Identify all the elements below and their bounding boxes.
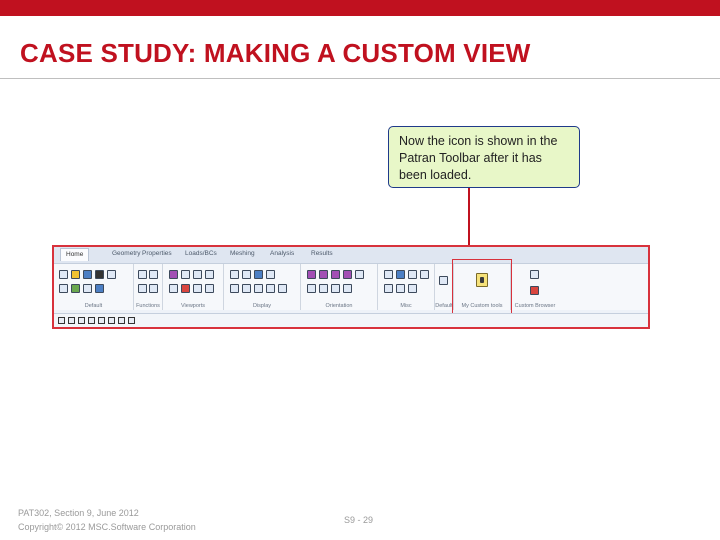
copy-icon[interactable] [107, 270, 116, 279]
group-label: Default [84, 303, 103, 309]
group-label: Default [435, 303, 453, 309]
viewport-icon[interactable] [181, 284, 190, 293]
viewport-icon[interactable] [205, 270, 214, 279]
undo-icon[interactable] [59, 284, 68, 293]
tab-geometry[interactable]: Geometry [112, 250, 141, 257]
select-icon[interactable] [58, 317, 65, 324]
print-icon[interactable] [95, 270, 104, 279]
group-functions: Functions [134, 264, 163, 310]
display-icon[interactable] [230, 284, 239, 293]
ribbon-tab-bar: Home Geometry Properties Loads/BCs Meshi… [54, 247, 648, 264]
orientation-icon[interactable] [331, 284, 340, 293]
select-icon[interactable] [68, 317, 75, 324]
tab-analysis[interactable]: Analysis [270, 250, 294, 257]
group-label: Orientation [325, 303, 353, 309]
tab-home[interactable]: Home [60, 248, 90, 261]
group-default: Default [54, 264, 134, 310]
group-label: Functions [136, 303, 160, 309]
home-icon[interactable] [439, 276, 448, 285]
group-display: Display [224, 264, 301, 310]
callout-box: Now the icon is shown in the Patran Tool… [388, 126, 580, 188]
orientation-icon[interactable] [319, 270, 328, 279]
footer-course: PAT302, Section 9, June 2012 [18, 508, 139, 518]
quick-access-toolbar [54, 313, 648, 327]
tab-results[interactable]: Results [311, 250, 333, 257]
group-viewports: Viewports [163, 264, 224, 310]
tab-meshing[interactable]: Meshing [230, 250, 255, 257]
group-orientation: Orientation [301, 264, 378, 310]
viewport-icon[interactable] [193, 270, 202, 279]
viewport-icon[interactable] [169, 270, 178, 279]
group-label: Viewports [180, 303, 206, 309]
slide-title: CASE STUDY: MAKING A CUSTOM VIEW [20, 38, 531, 68]
orientation-icon[interactable] [331, 270, 340, 279]
patran-toolbar-screenshot: Home Geometry Properties Loads/BCs Meshi… [52, 245, 650, 329]
footer-copyright: Copyright© 2012 MSC.Software Corporation [18, 522, 196, 532]
group-custom-browser: Custom Browser [511, 264, 559, 310]
header-bar [0, 0, 720, 16]
select-icon[interactable] [128, 317, 135, 324]
display-icon[interactable] [278, 284, 287, 293]
select-icon[interactable] [88, 317, 95, 324]
orientation-icon[interactable] [307, 270, 316, 279]
function-icon[interactable] [149, 270, 158, 279]
function-icon[interactable] [149, 284, 158, 293]
save-icon[interactable] [83, 270, 92, 279]
viewport-icon[interactable] [193, 284, 202, 293]
function-icon[interactable] [138, 284, 147, 293]
display-icon[interactable] [230, 270, 239, 279]
group-label: Custom Browser [514, 303, 556, 309]
display-icon[interactable] [254, 270, 263, 279]
function-icon[interactable] [138, 270, 147, 279]
display-icon[interactable] [266, 270, 275, 279]
ribbon: Default Functions Viewports Display Orie… [54, 264, 648, 310]
misc-icon[interactable] [384, 284, 393, 293]
pointer-icon[interactable] [95, 284, 104, 293]
title-area: CASE STUDY: MAKING A CUSTOM VIEW [0, 16, 720, 79]
group-label: Misc [400, 303, 412, 309]
footer-left: PAT302, Section 9, June 2012 Copyright© … [18, 506, 196, 534]
display-icon[interactable] [266, 284, 275, 293]
browser-icon[interactable] [530, 270, 539, 279]
misc-icon[interactable] [396, 284, 405, 293]
viewport-icon[interactable] [181, 270, 190, 279]
display-icon[interactable] [254, 284, 263, 293]
browser-icon[interactable] [530, 286, 539, 295]
refresh-icon[interactable] [71, 284, 80, 293]
viewport-icon[interactable] [205, 284, 214, 293]
new-file-icon[interactable] [59, 270, 68, 279]
open-folder-icon[interactable] [71, 270, 80, 279]
page-number: S9 - 29 [344, 515, 374, 525]
misc-icon[interactable] [408, 284, 417, 293]
orientation-icon[interactable] [319, 284, 328, 293]
group-misc: Misc [378, 264, 435, 310]
orientation-icon[interactable] [343, 270, 352, 279]
viewport-icon[interactable] [169, 284, 178, 293]
callout-arrow-line [468, 188, 470, 250]
new-icon-highlight [452, 259, 512, 319]
misc-icon[interactable] [384, 270, 393, 279]
select-icon[interactable] [78, 317, 85, 324]
misc-icon[interactable] [420, 270, 429, 279]
group-label: Display [252, 303, 272, 309]
select-icon[interactable] [98, 317, 105, 324]
display-icon[interactable] [242, 284, 251, 293]
misc-icon[interactable] [408, 270, 417, 279]
misc-icon[interactable] [396, 270, 405, 279]
orientation-icon[interactable] [355, 270, 364, 279]
orientation-icon[interactable] [307, 284, 316, 293]
select-icon[interactable] [118, 317, 125, 324]
orientation-icon[interactable] [343, 284, 352, 293]
tab-loads-bcs[interactable]: Loads/BCs [185, 250, 217, 257]
select-icon[interactable] [108, 317, 115, 324]
tab-properties[interactable]: Properties [142, 250, 172, 257]
zoom-icon[interactable] [83, 284, 92, 293]
display-icon[interactable] [242, 270, 251, 279]
